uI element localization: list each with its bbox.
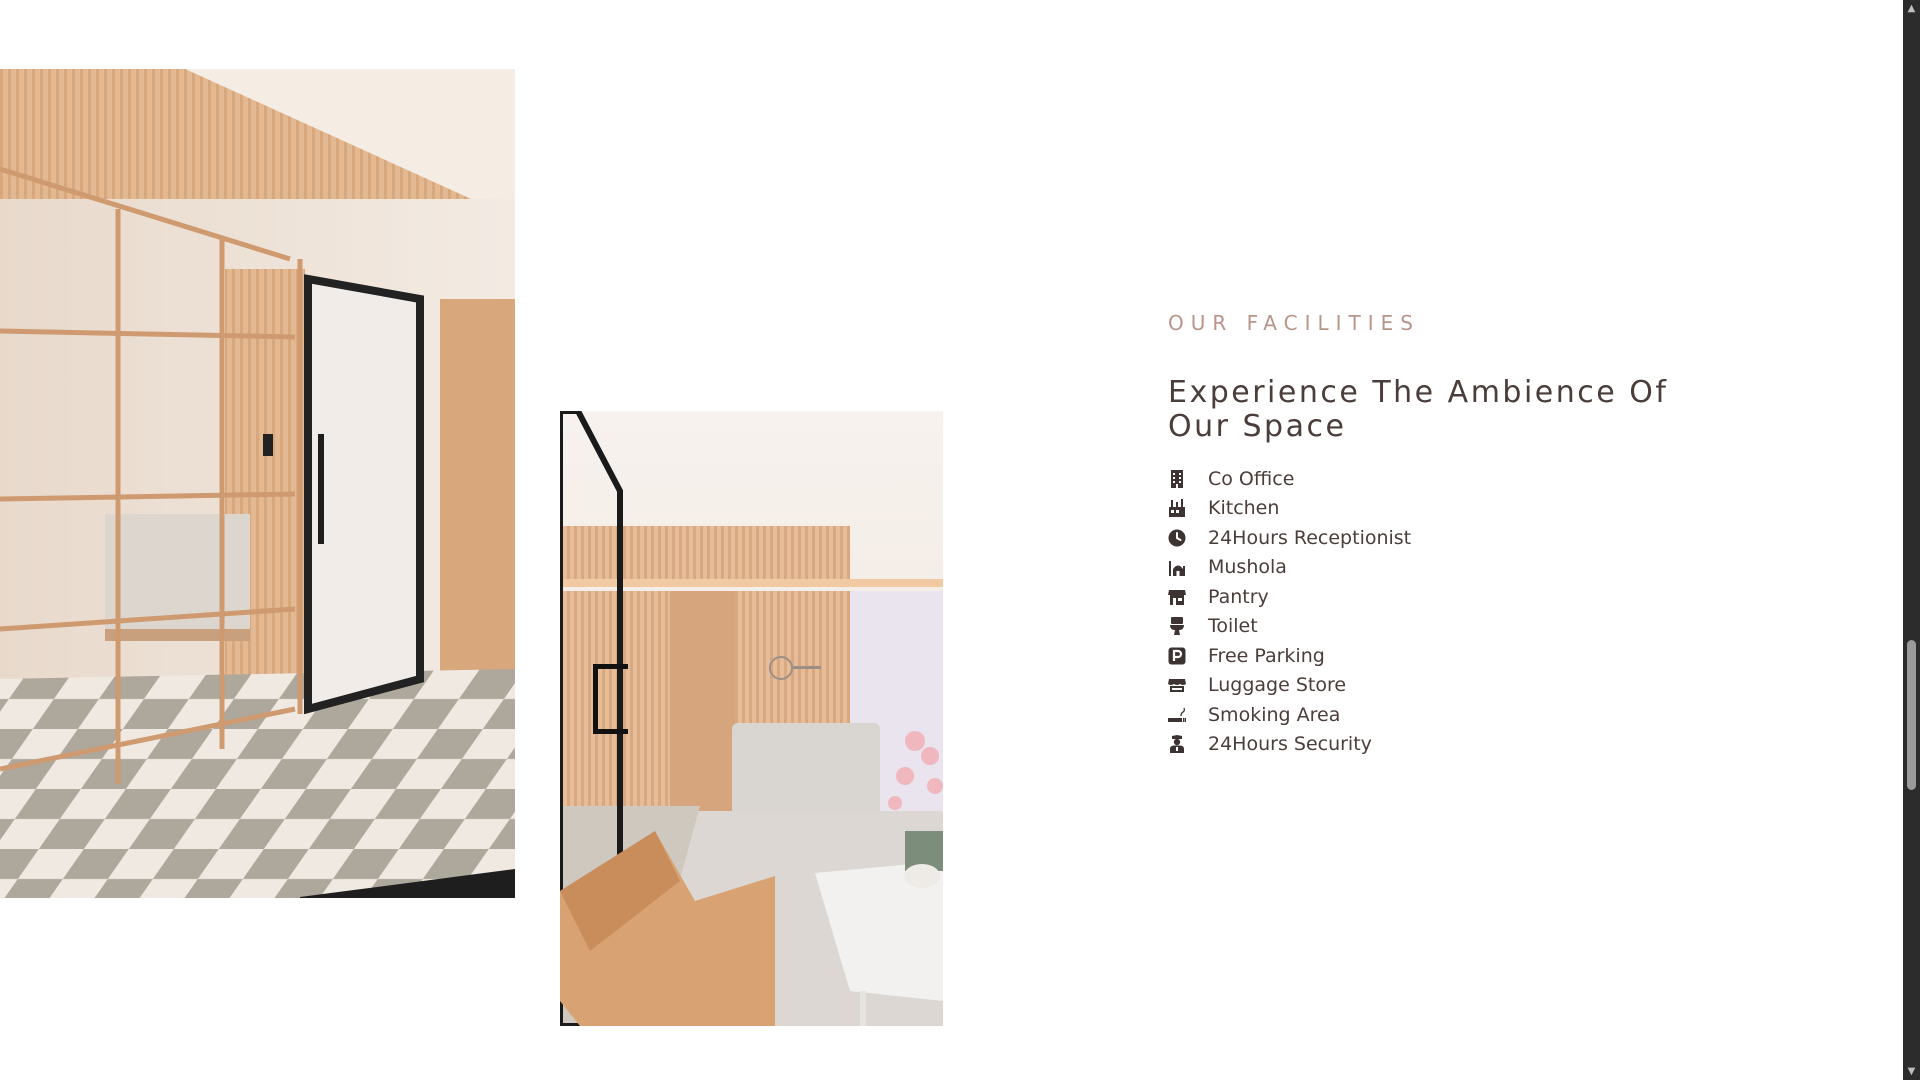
facility-item-smoking-area: Smoking Area: [1168, 700, 1728, 730]
scroll-up-arrow-icon[interactable]: ▲: [1903, 0, 1920, 17]
page: OUR FACILITIES Experience The Ambience O…: [0, 0, 1920, 1080]
facility-label: Luggage Store: [1208, 674, 1347, 697]
storefront-icon: [1168, 676, 1186, 694]
store-icon: [1168, 588, 1186, 606]
facility-item-toilet: Toilet: [1168, 612, 1728, 642]
facility-item-mushola: Mushola: [1168, 553, 1728, 583]
facility-item-security: 24Hours Security: [1168, 730, 1728, 760]
facility-item-pantry: Pantry: [1168, 582, 1728, 612]
building-icon: [1168, 469, 1186, 488]
facilities-list: Co Office Kitchen 24Hours Receptionist M…: [1168, 464, 1728, 759]
security-guard-icon: [1168, 735, 1186, 754]
facility-label: Toilet: [1208, 615, 1258, 638]
clock-icon: [1168, 529, 1186, 547]
facility-label: Free Parking: [1208, 644, 1325, 667]
facility-label: Mushola: [1208, 556, 1287, 579]
facility-item-co-office: Co Office: [1168, 464, 1728, 494]
scrollbar-thumb[interactable]: [1907, 640, 1916, 790]
facilities-section: OUR FACILITIES Experience The Ambience O…: [1168, 310, 1728, 759]
facility-label: 24Hours Receptionist: [1208, 526, 1412, 549]
lobby-glass-wall-photo: [0, 69, 515, 898]
facility-item-receptionist: 24Hours Receptionist: [1168, 523, 1728, 553]
facility-label: 24Hours Security: [1208, 733, 1372, 756]
facility-label: Smoking Area: [1208, 703, 1341, 726]
reception-area-photo: [560, 411, 943, 1026]
smoking-icon: [1168, 706, 1186, 724]
facility-label: Pantry: [1208, 585, 1269, 608]
vertical-scrollbar[interactable]: ▲ ▼: [1903, 0, 1920, 1080]
facility-item-kitchen: Kitchen: [1168, 494, 1728, 524]
facility-label: Co Office: [1208, 467, 1295, 490]
facility-item-parking: Free Parking: [1168, 641, 1728, 671]
facility-item-luggage-store: Luggage Store: [1168, 671, 1728, 701]
section-eyebrow: OUR FACILITIES: [1168, 311, 1420, 335]
parking-icon: [1168, 647, 1186, 665]
mosque-icon: [1168, 558, 1186, 577]
scroll-down-arrow-icon[interactable]: ▼: [1903, 1063, 1920, 1080]
facility-label: Kitchen: [1208, 497, 1280, 520]
toilet-icon: [1168, 617, 1186, 636]
kitchen-icon: [1168, 499, 1186, 518]
section-heading: Experience The Ambience Of Our Space: [1168, 375, 1669, 444]
